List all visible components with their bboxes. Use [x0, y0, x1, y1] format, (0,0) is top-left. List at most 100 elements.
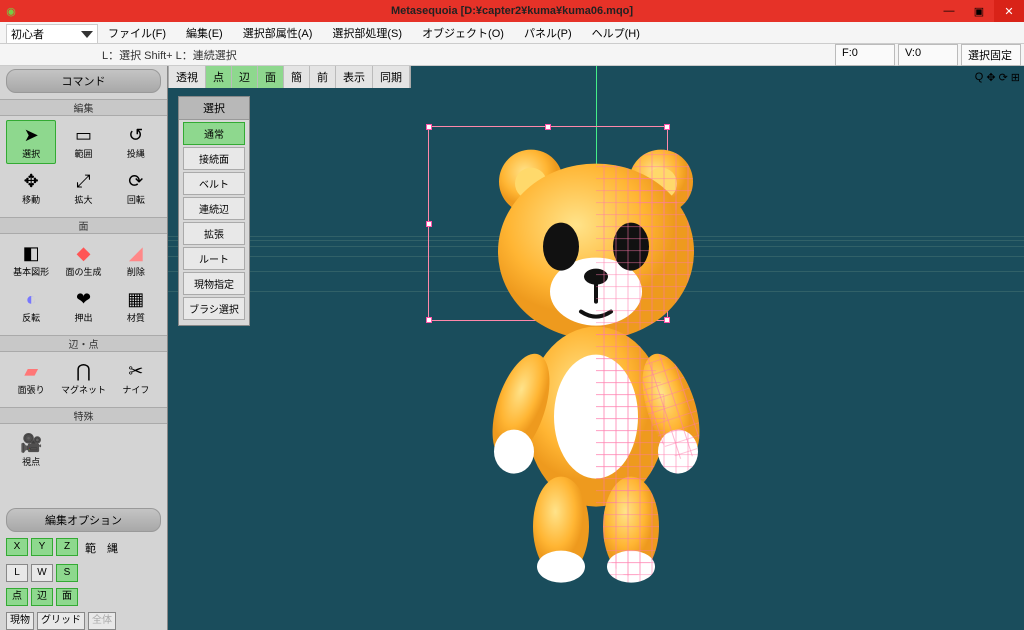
axis-z[interactable]: Z [56, 538, 78, 556]
magnet-icon: ⋂ [70, 360, 96, 382]
menu-edit[interactable]: 編集(E) [176, 25, 233, 41]
sel-item-expand[interactable]: 拡張 [183, 222, 245, 245]
menu-help[interactable]: ヘルプ(H) [582, 25, 650, 41]
command-title: コマンド [6, 69, 161, 93]
vtab-point[interactable]: 点 [206, 66, 232, 88]
rect-icon: ▭ [70, 124, 96, 146]
vtab-sync[interactable]: 同期 [373, 66, 410, 88]
sel-item-root[interactable]: ルート [183, 247, 245, 270]
selection-panel: 選択 通常 接続面 ベルト 連続辺 拡張 ルート 現物指定 ブラシ選択 [178, 96, 250, 326]
status-fix[interactable]: 選択固定 [961, 44, 1021, 66]
vtab-persp[interactable]: 透視 [169, 66, 206, 88]
maximize-button[interactable]: ▣ [964, 0, 994, 22]
viewport-toolbar: 透視 点 辺 面 簡 前 表示 同期 [168, 66, 411, 88]
tool-extrude[interactable]: ❤押出 [58, 284, 108, 328]
zoom-icon[interactable]: Q [975, 71, 984, 83]
tool-knife[interactable]: ✂ナイフ [111, 356, 161, 400]
tool-magnet[interactable]: ⋂マグネット [58, 356, 108, 400]
vtab-face[interactable]: 面 [258, 66, 284, 88]
status-hint: L：選択 Shift+ L：連続選択 [0, 47, 237, 63]
opt-l[interactable]: L [6, 564, 28, 582]
vtab-display[interactable]: 表示 [336, 66, 373, 88]
tool-move[interactable]: ✥移動 [6, 166, 56, 210]
axis-x[interactable]: X [6, 538, 28, 556]
rotate-icon: ⟳ [123, 170, 149, 192]
tool-facefill[interactable]: ▰面張り [6, 356, 56, 400]
tool-range[interactable]: ▭範囲 [58, 120, 108, 164]
title-bar: ◉ Metasequoia [D:¥capter2¥kuma¥kuma06.mq… [0, 0, 1024, 22]
bottom-b[interactable]: グリッド [37, 612, 85, 630]
extrude-icon: ❤ [70, 288, 96, 310]
tool-rope[interactable]: ↺投縄 [111, 120, 161, 164]
opt-range[interactable]: 範 [81, 538, 100, 558]
tool-facegen[interactable]: ◆面の生成 [58, 238, 108, 282]
chevron-down-icon [81, 31, 93, 38]
command-panel: コマンド 編集 ➤選択 ▭範囲 ↺投縄 ✥移動 ⤢拡大 ⟳回転 面 ◧基本図形 … [0, 66, 168, 630]
menu-bar: ファイル(F) 編集(E) 選択部属性(A) 選択部処理(S) オブジェクト(O… [0, 22, 1024, 44]
tool-rotate[interactable]: ⟳回転 [111, 166, 161, 210]
menu-attr[interactable]: 選択部属性(A) [233, 25, 323, 41]
opt-rope[interactable]: 縄 [103, 538, 122, 558]
status-f: F:0 [835, 44, 895, 66]
mode-dropdown[interactable]: 初心者 [6, 24, 98, 44]
flip-icon: ◐ [18, 288, 44, 310]
axis-y[interactable]: Y [31, 538, 53, 556]
tool-material[interactable]: ▦材質 [111, 284, 161, 328]
erase-icon: ◢ [123, 242, 149, 264]
vtab-edge[interactable]: 辺 [232, 66, 258, 88]
sel-item-connected[interactable]: 接続面 [183, 147, 245, 170]
app-icon: ◉ [0, 5, 22, 18]
tool-flip[interactable]: ◐反転 [6, 284, 56, 328]
sel-item-normal[interactable]: 通常 [183, 122, 245, 145]
edit-options-title: 編集オプション [6, 508, 161, 532]
fit-icon[interactable]: ⊞ [1011, 71, 1020, 84]
section-edit: 編集 [0, 99, 167, 116]
selection-panel-title: 選択 [179, 97, 249, 120]
disp-point[interactable]: 点 [6, 588, 28, 606]
section-special: 特殊 [0, 407, 167, 424]
opt-w[interactable]: W [31, 564, 53, 582]
disp-face[interactable]: 面 [56, 588, 78, 606]
section-edge: 辺・点 [0, 335, 167, 352]
viewport-nav-icons: Q ✥ ⟳ ⊞ [975, 66, 1020, 88]
vtab-simple[interactable]: 簡 [284, 66, 310, 88]
knife-icon: ✂ [123, 360, 149, 382]
tool-primitive[interactable]: ◧基本図形 [6, 238, 56, 282]
model-bear [436, 106, 756, 586]
tool-delete[interactable]: ◢削除 [111, 238, 161, 282]
sel-item-actual[interactable]: 現物指定 [183, 272, 245, 295]
opt-s[interactable]: S [56, 564, 78, 582]
status-bar: L：選択 Shift+ L：連続選択 F:0 V:0 選択固定 ◯ metase… [0, 44, 1024, 66]
window-title: Metasequoia [D:¥capter2¥kuma¥kuma06.mqo] [391, 5, 633, 17]
close-button[interactable]: ✕ [994, 0, 1024, 22]
lasso-icon: ↺ [123, 124, 149, 146]
section-face: 面 [0, 217, 167, 234]
pan-icon[interactable]: ✥ [986, 71, 995, 84]
bottom-c[interactable]: 全体 [88, 612, 116, 630]
minimize-button[interactable]: — [934, 0, 964, 22]
tool-scale[interactable]: ⤢拡大 [58, 166, 108, 210]
orbit-icon[interactable]: ⟳ [999, 71, 1008, 84]
camera-icon: 🎥 [18, 432, 44, 454]
menu-object[interactable]: オブジェクト(O) [412, 25, 514, 41]
sel-item-brush[interactable]: ブラシ選択 [183, 297, 245, 320]
face-icon: ◆ [70, 242, 96, 264]
move-icon: ✥ [18, 170, 44, 192]
tool-select[interactable]: ➤選択 [6, 120, 56, 164]
mode-label: 初心者 [11, 26, 44, 42]
viewport-3d[interactable]: 透視 点 辺 面 簡 前 表示 同期 Q ✥ ⟳ ⊞ 選択 通常 接続面 ベルト… [168, 66, 1024, 630]
fill-icon: ▰ [18, 360, 44, 382]
tool-view[interactable]: 🎥視点 [6, 428, 56, 472]
menu-file[interactable]: ファイル(F) [98, 25, 176, 41]
shapes-icon: ◧ [18, 242, 44, 264]
vtab-front[interactable]: 前 [310, 66, 336, 88]
sel-item-belt[interactable]: ベルト [183, 172, 245, 195]
material-icon: ▦ [123, 288, 149, 310]
menu-proc[interactable]: 選択部処理(S) [322, 25, 412, 41]
disp-edge[interactable]: 辺 [31, 588, 53, 606]
scale-icon: ⤢ [70, 170, 96, 192]
menu-panel[interactable]: パネル(P) [514, 25, 582, 41]
status-v: V:0 [898, 44, 958, 66]
sel-item-contedge[interactable]: 連続辺 [183, 197, 245, 220]
bottom-a[interactable]: 現物 [6, 612, 34, 630]
